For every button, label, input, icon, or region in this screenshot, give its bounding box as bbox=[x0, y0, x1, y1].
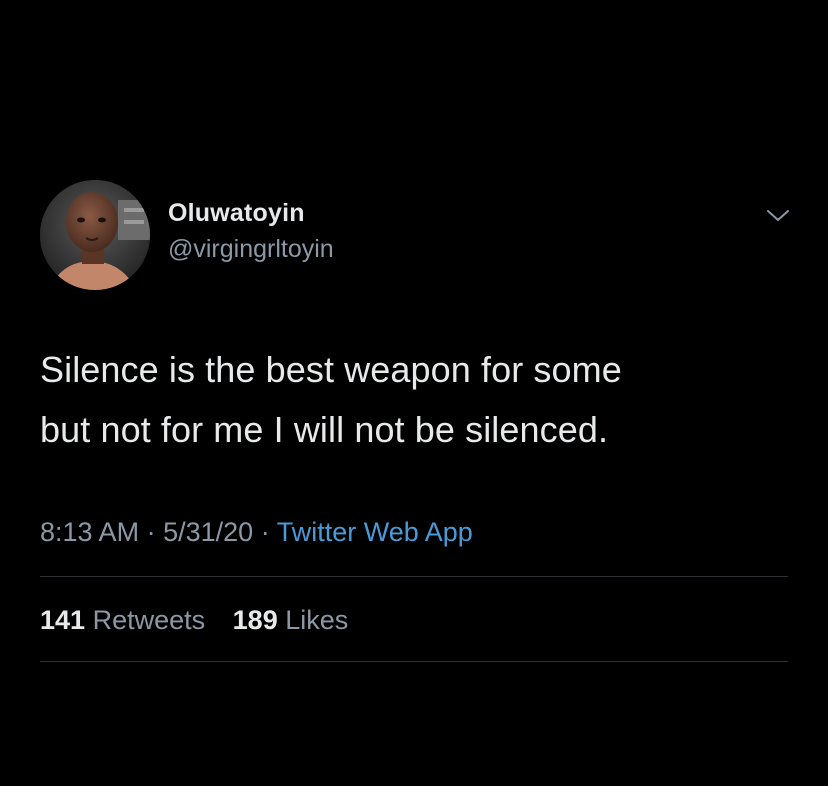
divider bbox=[40, 576, 788, 577]
retweets-label: Retweets bbox=[92, 605, 206, 635]
tweet-time[interactable]: 8:13 AM bbox=[40, 517, 139, 547]
author-info[interactable]: Oluwatoyin @virgingrltoyin bbox=[168, 196, 334, 266]
user-handle[interactable]: @virgingrltoyin bbox=[168, 232, 334, 266]
chevron-down-icon[interactable] bbox=[764, 206, 792, 226]
retweets-stat[interactable]: 141 Retweets bbox=[40, 600, 205, 640]
tweet-source-link[interactable]: Twitter Web App bbox=[277, 517, 473, 547]
avatar[interactable] bbox=[40, 180, 150, 290]
tweet-stats: 141 Retweets 189 Likes bbox=[40, 600, 368, 640]
display-name[interactable]: Oluwatoyin bbox=[168, 196, 334, 230]
tweet-metadata: 8:13 AM · 5/31/20 · Twitter Web App bbox=[40, 512, 473, 552]
retweets-count: 141 bbox=[40, 605, 86, 635]
tweet-detail: Oluwatoyin @virgingrltoyin Silence is th… bbox=[0, 0, 828, 786]
divider bbox=[40, 661, 788, 662]
likes-label: Likes bbox=[285, 605, 349, 635]
avatar-photo bbox=[40, 180, 150, 290]
likes-count: 189 bbox=[232, 605, 278, 635]
meta-separator: · bbox=[146, 517, 156, 547]
tweet-date[interactable]: 5/31/20 bbox=[163, 517, 253, 547]
likes-stat[interactable]: 189 Likes bbox=[233, 600, 349, 640]
tweet-text: Silence is the best weapon for some but … bbox=[40, 349, 622, 450]
meta-separator: · bbox=[260, 517, 270, 547]
